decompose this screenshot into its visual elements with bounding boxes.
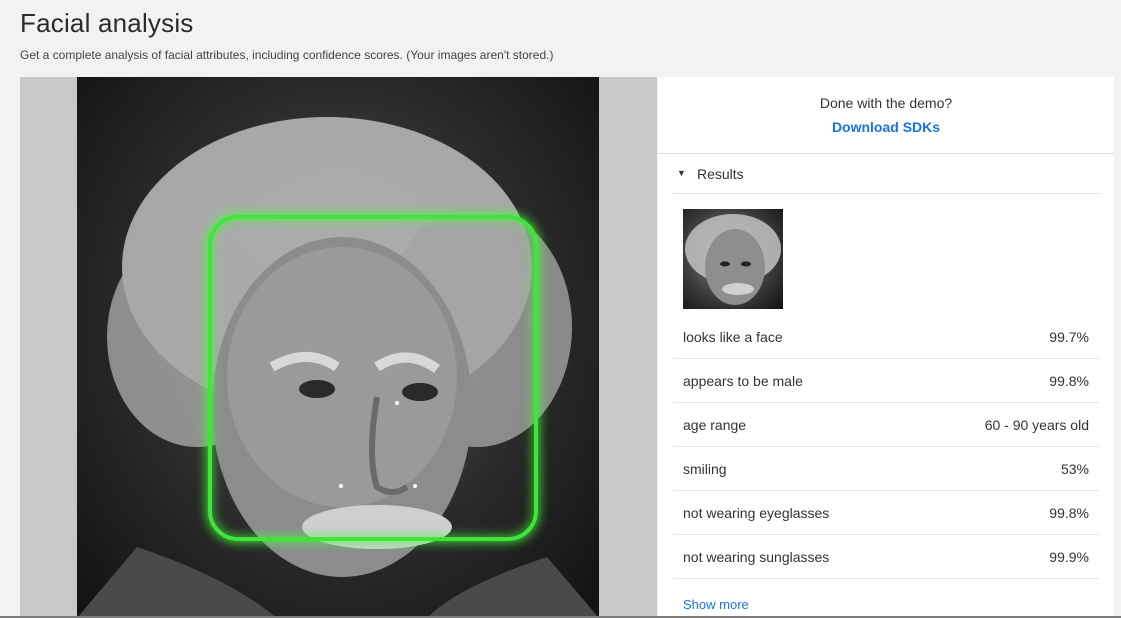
- attribute-label: not wearing sunglasses: [683, 549, 830, 565]
- attribute-label: smiling: [683, 461, 727, 477]
- show-more-link[interactable]: Show more: [683, 597, 749, 612]
- attribute-confidence: 99.9%: [1049, 549, 1089, 565]
- image-viewer: [20, 77, 657, 618]
- attribute-row: not wearing sunglasses 99.9%: [673, 535, 1099, 579]
- attribute-row: looks like a face 99.7%: [673, 315, 1099, 359]
- attribute-row: age range 60 - 90 years old: [673, 403, 1099, 447]
- page-subtitle: Get a complete analysis of facial attrib…: [20, 48, 554, 62]
- nose-landmark-dot: [395, 401, 399, 405]
- attribute-row: appears to be male 99.8%: [673, 359, 1099, 403]
- mouth-left-landmark-dot: [339, 484, 343, 488]
- demo-text: Done with the demo?: [819, 95, 953, 111]
- attribute-label: not wearing eyeglasses: [683, 505, 830, 521]
- caret-down-icon: ▼: [677, 168, 686, 178]
- attribute-row: smiling 53%: [673, 447, 1099, 491]
- thumbnail-portrait: [685, 214, 781, 305]
- analyzed-photo: [77, 77, 599, 618]
- results-panel: Done with the demo? Download SDKs ▼ Resu…: [658, 77, 1114, 618]
- face-thumbnail: [683, 209, 783, 309]
- results-label: Results: [697, 166, 744, 182]
- face-bounding-box: [208, 215, 538, 541]
- demo-callout: Done with the demo? Download SDKs: [658, 77, 1114, 154]
- attribute-confidence: 53%: [1060, 461, 1089, 477]
- page-title: Facial analysis: [20, 8, 194, 38]
- attribute-label: age range: [683, 417, 747, 433]
- attribute-label: appears to be male: [683, 373, 803, 389]
- attribute-label: looks like a face: [683, 329, 783, 345]
- download-sdks-link[interactable]: Download SDKs: [658, 119, 1114, 135]
- attribute-confidence: 60 - 90 years old: [984, 417, 1089, 433]
- attribute-confidence: 99.8%: [1049, 373, 1089, 389]
- attribute-list: looks like a face 99.7% appears to be ma…: [673, 315, 1099, 579]
- results-toggle[interactable]: ▼ Results: [673, 165, 1099, 194]
- attribute-row: not wearing eyeglasses 99.8%: [673, 491, 1099, 535]
- attribute-confidence: 99.8%: [1049, 505, 1089, 521]
- mouth-right-landmark-dot: [413, 484, 417, 488]
- attribute-confidence: 99.7%: [1049, 329, 1089, 345]
